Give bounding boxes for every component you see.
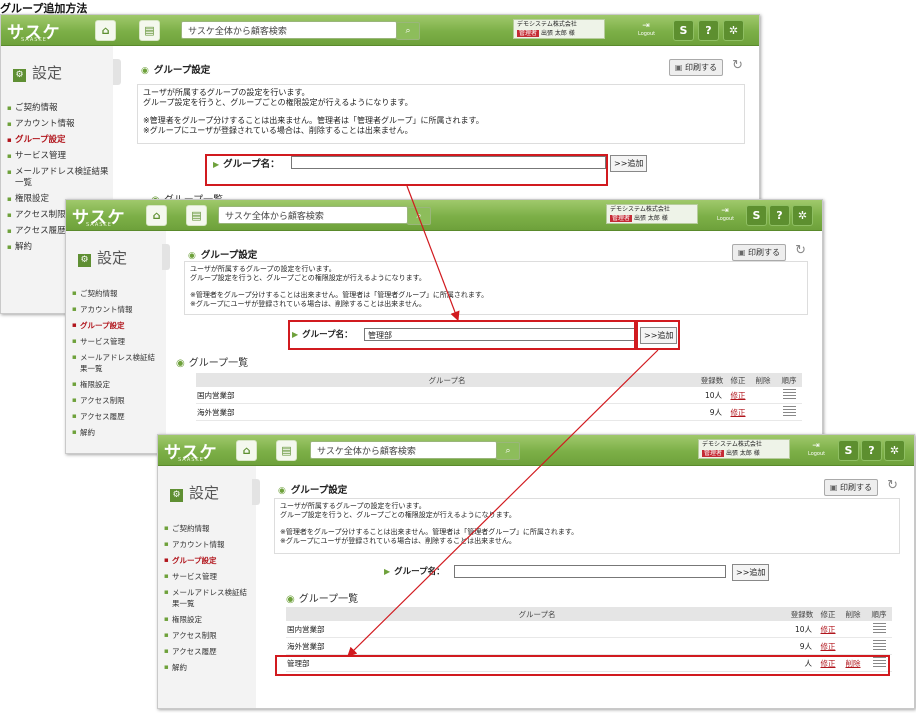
arrow-step2-to-step3 <box>347 349 659 657</box>
step-arrows <box>347 185 659 657</box>
arrow-step1-to-step2 <box>406 185 460 322</box>
